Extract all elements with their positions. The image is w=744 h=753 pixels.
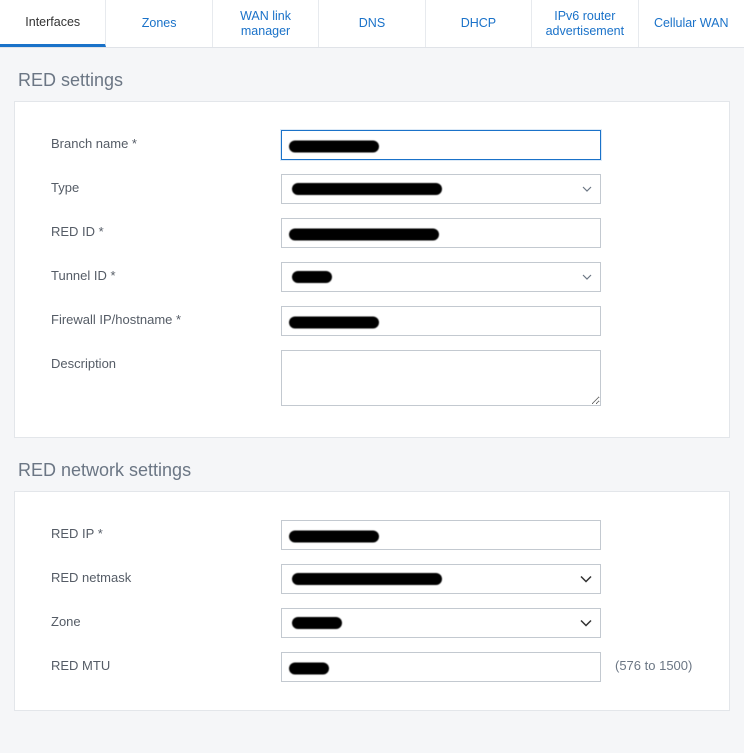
chevron-down-icon [580,576,592,583]
redacted-value [289,140,379,152]
tabs-bar: Interfaces Zones WAN link manager DNS DH… [0,0,744,48]
panel-red-network-settings: RED IP * RED netmask Zone [14,491,730,711]
type-select[interactable] [281,174,601,204]
row-zone: Zone [51,608,693,638]
chevron-down-icon [582,274,592,280]
tab-zones[interactable]: Zones [106,0,212,47]
zone-select[interactable] [281,608,601,638]
tunnel-id-select[interactable] [281,262,601,292]
tab-ipv6-router-advertisement[interactable]: IPv6 router advertisement [532,0,638,47]
row-red-ip: RED IP * [51,520,693,550]
tab-dhcp[interactable]: DHCP [426,0,532,47]
redacted-value [292,617,342,629]
label-zone: Zone [51,608,281,629]
row-branch-name: Branch name * [51,130,693,160]
red-mtu-input[interactable] [281,652,601,682]
page-body: RED settings Branch name * Type [0,48,744,753]
red-mtu-hint: (576 to 1500) [601,652,692,673]
row-red-netmask: RED netmask [51,564,693,594]
label-tunnel-id: Tunnel ID * [51,262,281,283]
label-red-netmask: RED netmask [51,564,281,585]
row-red-mtu: RED MTU (576 to 1500) [51,652,693,682]
red-netmask-select[interactable] [281,564,601,594]
redacted-value [289,662,329,674]
label-red-id: RED ID * [51,218,281,239]
panel-red-settings: Branch name * Type RED ID * [14,101,730,438]
section-title-red-settings: RED settings [18,70,730,91]
label-red-mtu: RED MTU [51,652,281,673]
tab-interfaces[interactable]: Interfaces [0,0,106,47]
row-tunnel-id: Tunnel ID * [51,262,693,292]
chevron-down-icon [580,620,592,627]
chevron-down-icon [582,186,592,192]
tab-wan-link-manager[interactable]: WAN link manager [213,0,319,47]
redacted-value [292,573,442,585]
redacted-value [289,228,439,240]
label-red-ip: RED IP * [51,520,281,541]
row-type: Type [51,174,693,204]
tab-dns[interactable]: DNS [319,0,425,47]
redacted-value [289,316,379,328]
label-firewall-ip-hostname: Firewall IP/hostname * [51,306,281,327]
label-type: Type [51,174,281,195]
redacted-value [292,183,442,195]
label-description: Description [51,350,281,371]
tab-cellular-wan[interactable]: Cellular WAN [639,0,744,47]
section-title-red-network-settings: RED network settings [18,460,730,481]
row-red-id: RED ID * [51,218,693,248]
description-textarea[interactable] [281,350,601,406]
label-branch-name: Branch name * [51,130,281,151]
row-firewall-ip-hostname: Firewall IP/hostname * [51,306,693,336]
row-description: Description [51,350,693,409]
redacted-value [292,271,332,283]
redacted-value [289,530,379,542]
